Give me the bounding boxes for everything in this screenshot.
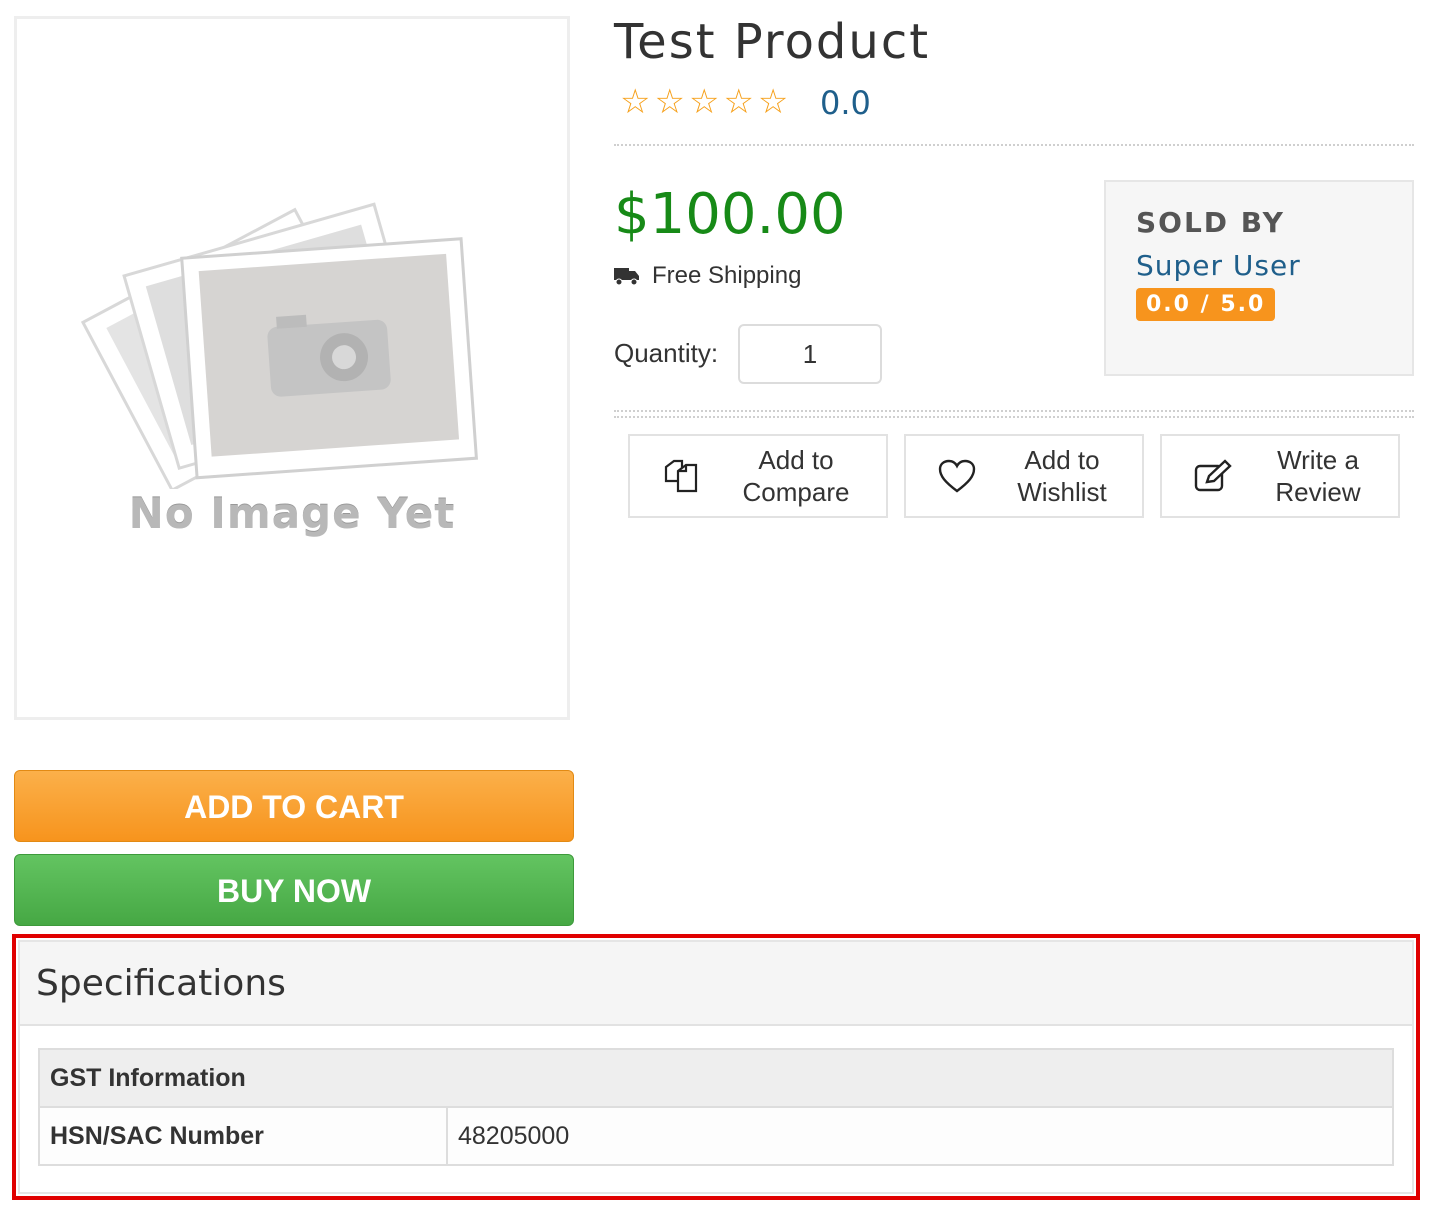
wishlist-label-line1: Add to — [1024, 445, 1100, 475]
add-to-cart-button[interactable]: ADD TO CART — [14, 770, 574, 842]
review-label-line2: Review — [1275, 477, 1361, 507]
write-review-button[interactable]: Write a Review — [1160, 434, 1400, 518]
heart-icon — [938, 459, 976, 493]
divider — [614, 416, 1414, 418]
spec-group-header: GST Information — [39, 1049, 1393, 1108]
compare-icon — [664, 459, 698, 493]
seller-box: SOLD BY Super User 0.0 / 5.0 — [1104, 180, 1414, 376]
no-image-text: No Image Yet — [128, 489, 456, 538]
rating-value[interactable]: 0.0 — [820, 84, 871, 122]
truck-icon — [614, 268, 639, 286]
seller-rating-badge: 0.0 / 5.0 — [1136, 288, 1276, 321]
specifications-panel: Specifications GST Information HSN/SAC N… — [18, 940, 1414, 1194]
divider — [614, 144, 1414, 146]
compare-label-line2: Compare — [742, 477, 850, 507]
product-title: Test Product — [614, 14, 931, 70]
spec-value: 48205000 — [447, 1107, 1393, 1165]
no-image-placeholder-icon — [80, 202, 479, 489]
divider — [614, 410, 1414, 412]
specifications-table: GST Information HSN/SAC Number 48205000 — [38, 1048, 1394, 1166]
seller-name-link[interactable]: Super User — [1136, 249, 1382, 282]
buy-now-button[interactable]: BUY NOW — [14, 854, 574, 926]
quantity-label: Quantity: — [614, 338, 719, 368]
wishlist-label: Add to Wishlist — [992, 444, 1142, 508]
edit-icon — [1194, 459, 1232, 492]
quantity-input[interactable] — [738, 324, 882, 384]
shipping-label: Free Shipping — [652, 262, 802, 289]
review-label-line1: Write a — [1277, 445, 1359, 475]
product-image: No Image Yet — [14, 16, 570, 720]
review-label: Write a Review — [1248, 444, 1398, 508]
add-to-compare-button[interactable]: Add to Compare — [628, 434, 888, 518]
rating-stars[interactable]: ☆☆☆☆☆ — [620, 82, 792, 122]
compare-label-line1: Add to — [758, 445, 834, 475]
spec-key: HSN/SAC Number — [39, 1107, 448, 1165]
wishlist-label-line2: Wishlist — [1017, 477, 1107, 507]
add-to-wishlist-button[interactable]: Add to Wishlist — [904, 434, 1144, 518]
shipping-info: Free Shipping — [614, 262, 801, 290]
compare-label: Add to Compare — [716, 444, 886, 508]
table-row: HSN/SAC Number 48205000 — [39, 1107, 1393, 1165]
product-price: $100.00 — [614, 182, 846, 247]
sold-by-label: SOLD BY — [1136, 206, 1285, 239]
specifications-title: Specifications — [20, 942, 1412, 1026]
